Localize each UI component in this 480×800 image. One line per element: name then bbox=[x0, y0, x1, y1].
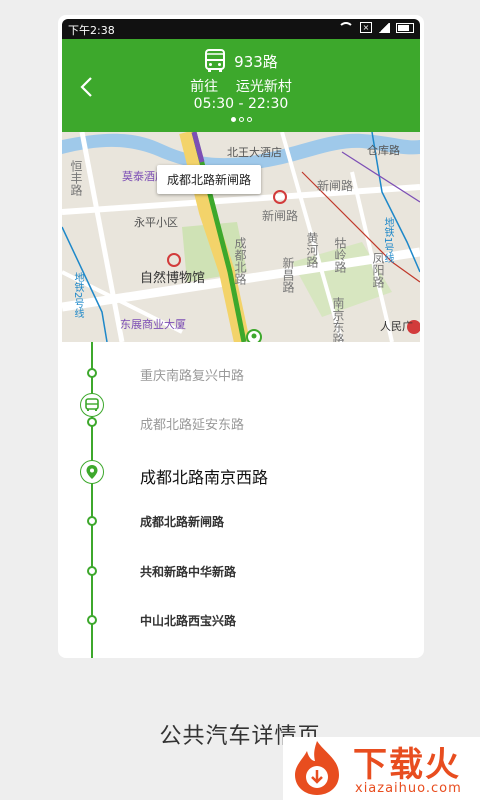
no-sim-icon: × bbox=[360, 22, 372, 33]
stop-name: 中山北路西宝兴路 bbox=[140, 614, 237, 628]
stop-item[interactable]: 成都北路延安东路 bbox=[62, 408, 420, 438]
map-label-yongping: 永平小区 bbox=[134, 216, 178, 229]
stop-name: 重庆南路复兴中路 bbox=[140, 369, 245, 384]
stop-dot bbox=[87, 615, 97, 625]
map-label-chengdu-bei: 成都北路 bbox=[233, 237, 247, 285]
route-map[interactable]: 北王大酒店 仓库路 恒丰路 莫泰酒店 新闸路 新闸路 永平小区 自然博物馆 黄河… bbox=[62, 132, 420, 342]
service-hours: 05:30 - 22:30 bbox=[193, 96, 289, 112]
map-label-guling: 牯岭路 bbox=[333, 237, 347, 273]
map-label-line1: 地铁1号线 bbox=[382, 217, 393, 264]
map-label-huanghe: 黄河路 bbox=[305, 232, 319, 268]
flame-logo-icon bbox=[295, 741, 339, 795]
stop-dot bbox=[87, 368, 97, 378]
bus-icon bbox=[205, 49, 226, 72]
map-label-dongzhan: 东展商业大厦 bbox=[120, 318, 186, 331]
watermark-logo: 下载火 xiazaihuo.com bbox=[283, 737, 480, 800]
route-name: 933路 bbox=[234, 52, 278, 71]
map-label-line2: 地铁2号线 bbox=[72, 272, 83, 319]
page-dot-2[interactable] bbox=[238, 117, 244, 122]
stop-item[interactable]: 共和新路中华新路 bbox=[62, 557, 420, 587]
stop-dot bbox=[87, 516, 97, 526]
route-title-row: 933路 bbox=[62, 49, 420, 73]
wifi-icon bbox=[338, 22, 354, 33]
signal-icon bbox=[378, 22, 390, 33]
logo-subtext: xiazaihuo.com bbox=[355, 781, 462, 796]
stop-name: 成都北路延安东路 bbox=[140, 418, 245, 433]
direction-prefix: 前往 bbox=[190, 79, 219, 95]
map-label-peoples: 人民广 bbox=[380, 320, 413, 333]
destination: 运光新村 bbox=[235, 79, 292, 95]
logo-text: 下载火 bbox=[353, 745, 461, 785]
map-label-nanjing: 南京东路 bbox=[331, 297, 345, 342]
route-header: 933路 前往 运光新村 05:30 - 22:30 bbox=[62, 39, 420, 132]
page-indicator bbox=[62, 117, 420, 122]
stop-name: 成都北路南京西路 bbox=[140, 468, 269, 487]
map-label-xinchang: 新昌路 bbox=[281, 257, 295, 293]
status-icons: × bbox=[338, 22, 414, 33]
battery-icon bbox=[396, 22, 414, 33]
status-time: 下午2:38 bbox=[68, 24, 115, 37]
map-label-xinzha-road: 新闸路 bbox=[317, 179, 354, 193]
phone-frame: 下午2:38 × 933路 前往 运光新村 05:30 - 22:30 北王大酒… bbox=[58, 15, 424, 658]
map-label-museum: 自然博物馆 bbox=[140, 271, 206, 286]
direction-line: 前往 运光新村 bbox=[62, 76, 420, 96]
stop-name: 成都北路新闸路 bbox=[140, 515, 225, 529]
status-bar: 下午2:38 × bbox=[62, 19, 420, 39]
stop-item[interactable]: 成都北路新闸路 bbox=[62, 507, 420, 537]
stop-dot bbox=[87, 417, 97, 427]
page-dot-3[interactable] bbox=[246, 117, 252, 122]
stop-list: 重庆南路复兴中路 成都北路延安东路 成都北路南京西路 成都北路新闸路 共和新路中… bbox=[62, 342, 420, 658]
stop-name: 共和新路中华新路 bbox=[140, 565, 237, 579]
stop-item-current[interactable]: 成都北路南京西路 bbox=[62, 461, 420, 491]
page-dot-1[interactable] bbox=[230, 117, 236, 122]
map-callout[interactable]: 成都北路新闸路 bbox=[157, 165, 262, 194]
stop-item[interactable]: 中山北路西宝兴路 bbox=[62, 606, 420, 636]
map-label-hotel: 北王大酒店 bbox=[227, 146, 282, 159]
map-label-xinzha: 新闸路 bbox=[262, 209, 299, 223]
map-label-warehouse: 仓库路 bbox=[367, 144, 400, 157]
stop-dot bbox=[87, 566, 97, 576]
map-label-hengfeng: 恒丰路 bbox=[69, 160, 83, 196]
stop-item[interactable]: 重庆南路复兴中路 bbox=[62, 359, 420, 389]
